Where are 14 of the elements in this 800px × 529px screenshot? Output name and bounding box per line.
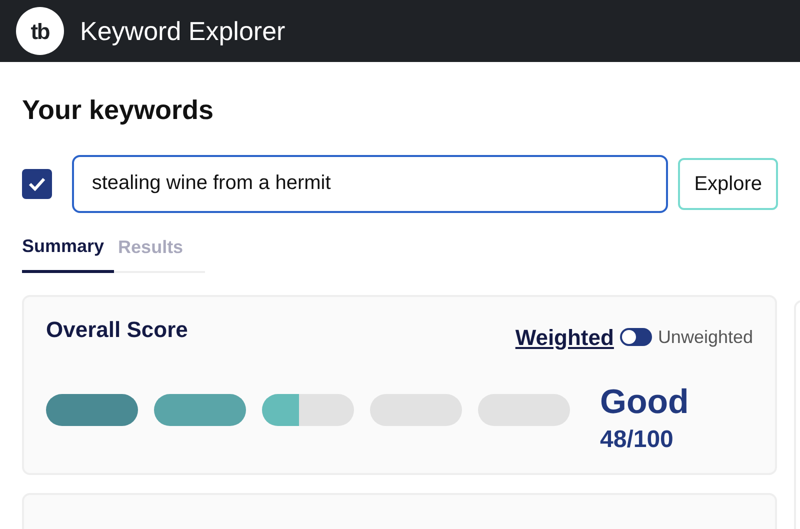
tab[interactable]: Summary: [22, 232, 114, 272]
score-rating: Good: [600, 382, 689, 422]
score-value: 48/100: [600, 424, 674, 454]
toggle-switch[interactable]: [620, 328, 652, 346]
explore-button[interactable]: Explore: [678, 158, 778, 210]
app-title: Keyword Explorer: [80, 14, 286, 48]
keyword-input[interactable]: stealing wine from a hermit: [72, 154, 668, 212]
section-title: Your keywords: [22, 94, 215, 127]
unweighted-option[interactable]: Unweighted: [658, 324, 753, 350]
logo: tb: [16, 7, 64, 55]
weighted-option[interactable]: Weighted: [515, 320, 614, 354]
checkbox[interactable]: [22, 168, 52, 198]
card-title: Overall Score: [46, 316, 188, 344]
checkmark-icon: [28, 176, 46, 190]
